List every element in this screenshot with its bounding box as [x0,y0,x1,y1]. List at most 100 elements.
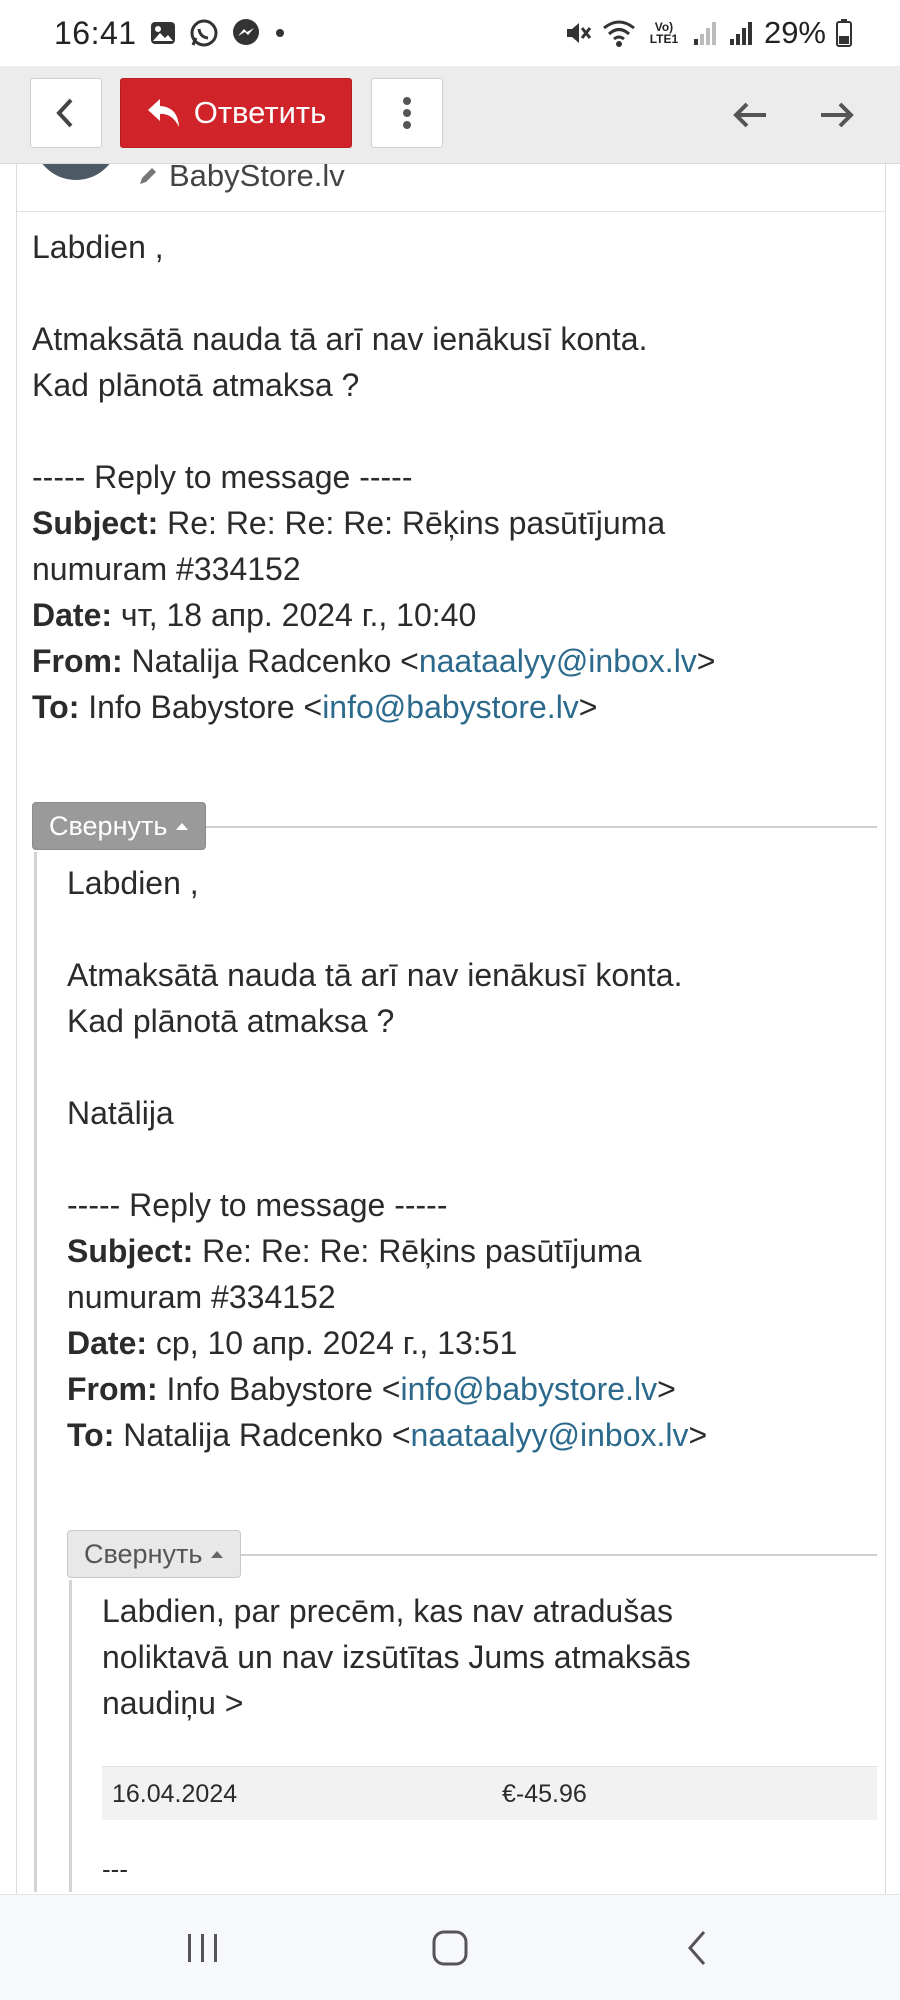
signature: Natālija [67,1095,174,1131]
collapse-quote-row: Свернуть [67,1530,877,1580]
arrow-left-icon [733,102,766,128]
previous-message-button[interactable] [725,90,775,140]
date-line: Date: ср, 10 апр. 2024 г., 13:51 [67,1320,877,1366]
quoted-message: Labdien , Atmaksātā nauda tā arī nav ien… [34,852,877,1892]
from-name: Info Babystore < [166,1371,401,1407]
next-message-button[interactable] [812,90,862,140]
body-text: Kad plānotā atmaksa ? [67,1003,395,1039]
subject-label: Subject: [67,1233,194,1269]
subject-line-cont: numuram #334152 [32,551,301,587]
sender-avatar[interactable] [33,164,119,180]
to-label: To: [32,689,80,725]
status-bar: 16:41 Vo) LTE1 29% [0,0,900,66]
battery-icon [836,18,852,48]
subject-line: Subject: Re: Re: Re: Rēķins pasūtījuma [67,1228,877,1274]
date-label: Date: [32,597,113,633]
caret-up-icon [176,823,189,830]
close-bracket: > [578,689,598,725]
collapse-quote-button[interactable]: Свернуть [32,802,207,850]
collapse-quote-row: Свернуть [32,802,877,852]
from-email-link[interactable]: naataalyy@inbox.lv [419,643,697,679]
vertical-dots-icon [403,97,411,129]
body-text: Atmaksātā nauda tā arī nav ienākusī kont… [32,321,648,357]
whatsapp-notification-icon [189,18,219,48]
body-text: naudiņu > [102,1685,244,1721]
back-chevron-icon [687,1930,705,1965]
caret-up-icon [211,1551,224,1558]
collapse-quote-button[interactable]: Свернуть [67,1530,242,1578]
sender-header: BabyStore.lv [17,164,885,212]
from-line: From: Natalija Radcenko <naataalyy@inbox… [32,638,877,684]
home-button[interactable] [410,1918,490,1978]
home-icon [432,1930,468,1965]
pencil-icon [140,168,156,184]
to-email-link[interactable]: info@babystore.lv [322,689,579,725]
greeting: Labdien , [32,229,164,265]
subject-line: Subject: Re: Re: Re: Re: Rēķins pasūtīju… [32,500,877,546]
refund-date: 16.04.2024 [112,1779,238,1808]
from-label: From: [67,1371,158,1407]
sender-name: BabyStore.lv [169,164,345,193]
chevron-left-icon [56,98,73,128]
gallery-notification-icon [149,19,177,47]
from-email-link[interactable]: info@babystore.lv [400,1371,657,1407]
reply-divider: ----- Reply to message ----- [32,459,413,495]
message-body: Labdien , Atmaksātā nauda tā arī nav ien… [32,224,877,1892]
email-app: 16:41 Vo) LTE1 29% Ответить BabyStore.lv… [0,0,900,2000]
more-options-button[interactable] [371,78,443,148]
more-notifications-dot-icon [273,26,287,40]
body-text: Atmaksātā nauda tā arī nav ienākusī kont… [67,957,683,993]
close-bracket: > [688,1417,708,1453]
to-email-link[interactable]: naataalyy@inbox.lv [411,1417,689,1453]
trailer: --- [102,1854,128,1884]
from-line: From: Info Babystore <info@babystore.lv> [67,1366,877,1412]
collapse-label: Свернуть [84,1539,203,1569]
reply-label: Ответить [193,95,327,130]
subject-label: Subject: [32,505,159,541]
to-name: Info Babystore < [88,689,323,725]
mute-icon [562,18,592,48]
close-bracket: > [657,1371,676,1407]
body-text: Kad plānotā atmaksa ? [32,367,360,403]
reply-button[interactable]: Ответить [120,78,352,148]
date-label: Date: [67,1325,148,1361]
date-text: ср, 10 апр. 2024 г., 13:51 [155,1325,518,1361]
reply-icon [147,99,179,127]
to-line: To: Info Babystore <info@babystore.lv> [32,684,877,730]
sender-link[interactable]: BabyStore.lv [137,164,345,194]
from-name: Natalija Radcenko < [131,643,419,679]
date-text: чт, 18 апр. 2024 г., 10:40 [120,597,477,633]
signal-strength-icon-1 [692,19,718,47]
arrow-right-icon [821,102,854,128]
recent-apps-button[interactable] [163,1918,243,1978]
greeting: Labdien , [67,865,199,901]
to-label: To: [67,1417,115,1453]
refund-amount: €-45.96 [502,1779,587,1808]
system-navigation-bar [0,1894,900,2000]
refund-table-row: 16.04.2024 €-45.96 [102,1766,877,1820]
collapse-label: Свернуть [49,811,168,841]
body-text: noliktavā un nav izsūtītas Jums atmaksās [102,1639,691,1675]
system-back-button[interactable] [657,1918,737,1978]
date-line: Date: чт, 18 апр. 2024 г., 10:40 [32,592,877,638]
recent-apps-icon [188,1933,218,1962]
signal-strength-icon-2 [728,19,754,47]
from-label: From: [32,643,123,679]
battery-percentage: 29% [763,15,826,50]
subject-text: Re: Re: Re: Rēķins pasūtījuma [202,1233,642,1269]
back-button[interactable] [30,78,102,148]
reply-divider: ----- Reply to message ----- [67,1187,448,1223]
subject-text: Re: Re: Re: Re: Rēķins pasūtījuma [167,505,666,541]
wifi-icon [602,18,636,48]
quoted-message-nested: Labdien, par precēm, kas nav atradušas n… [69,1580,877,1892]
volte-lte-icon: Vo) LTE1 [646,21,682,45]
body-text: Labdien, par precēm, kas nav atradušas [102,1593,673,1629]
to-name: Natalija Radcenko < [123,1417,411,1453]
clock: 16:41 [54,14,137,51]
message-card: BabyStore.lv Labdien , Atmaksātā nauda t… [16,164,886,1894]
to-line: To: Natalija Radcenko <naataalyy@inbox.l… [67,1412,877,1458]
close-bracket: > [696,643,716,679]
message-toolbar: Ответить [0,66,900,164]
messenger-notification-icon [231,18,261,48]
network-label: Vo) LTE1 [649,20,679,46]
